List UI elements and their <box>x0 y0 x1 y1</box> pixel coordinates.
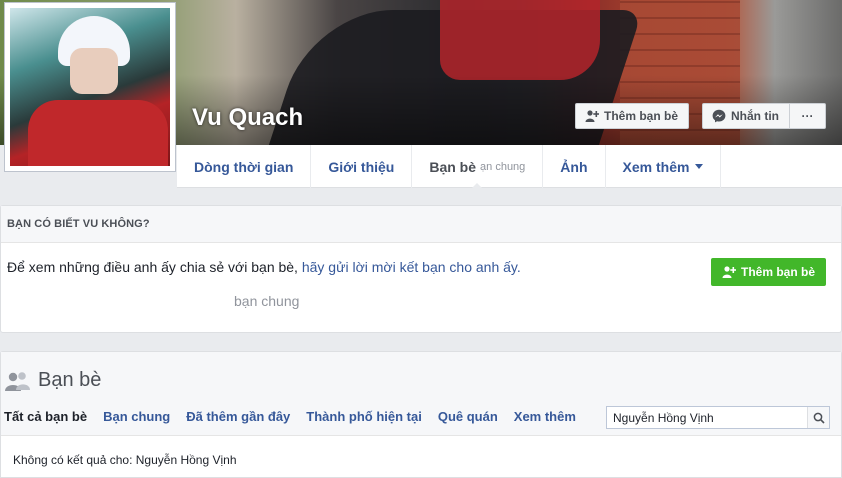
friends-header: Bạn bè Tất cả bạn bè Bạn chung Đã thêm g… <box>1 352 841 436</box>
do-you-know-header: BẠN CÓ BIẾT VU KHÔNG? <box>1 206 841 243</box>
mutual-friends-tooltip: bạn chung <box>218 280 328 332</box>
subtab-more[interactable]: Xem thêm <box>506 409 584 424</box>
add-friend-green-label: Thêm bạn bè <box>740 265 815 279</box>
message-label: Nhắn tin <box>731 109 779 123</box>
tab-more-label: Xem thêm <box>622 158 690 175</box>
messenger-icon <box>712 109 726 123</box>
friends-title-label: Bạn bè <box>38 369 102 391</box>
tab-more[interactable]: Xem thêm <box>606 145 722 188</box>
subtab-all-friends[interactable]: Tất cả bạn bè <box>1 409 95 424</box>
tab-about[interactable]: Giới thiệu <box>311 145 413 188</box>
no-results-message: Không có kết quả cho: Nguyễn Hồng Vịnh <box>13 453 237 467</box>
profile-face <box>70 48 118 94</box>
profile-jacket <box>28 100 168 166</box>
tab-friends[interactable]: Bạn bè ạn chung <box>412 145 544 189</box>
friends-title: Bạn bè <box>5 369 101 392</box>
cover-shirt <box>440 0 600 80</box>
add-friend-button[interactable]: Thêm bạn bè <box>575 103 689 129</box>
more-icon: ··· <box>801 109 814 123</box>
subtab-recently-added[interactable]: Đã thêm gần đây <box>178 409 298 424</box>
friends-icon <box>5 371 30 391</box>
search-button[interactable] <box>807 407 829 428</box>
chevron-down-icon <box>695 164 704 169</box>
tab-timeline-label: Dòng thời gian <box>194 158 294 175</box>
subtab-mutual-friends[interactable]: Bạn chung <box>95 409 178 424</box>
friends-subtabs: Tất cả bạn bè Bạn chung Đã thêm gần đây … <box>1 409 584 424</box>
profile-name[interactable]: Vu Quach <box>192 104 303 132</box>
more-options-button[interactable]: ··· <box>789 103 826 129</box>
message-button[interactable]: Nhắn tin <box>702 103 790 129</box>
do-you-know-card: BẠN CÓ BIẾT VU KHÔNG? Để xem những điều … <box>0 205 842 333</box>
profile-tabs: Dòng thời gian Giới thiệu Bạn bè ạn chun… <box>176 145 842 189</box>
tab-photos[interactable]: Ảnh <box>543 145 606 188</box>
friends-search-input[interactable] <box>607 407 807 428</box>
tab-photos-label: Ảnh <box>560 158 588 175</box>
message-text: Để xem những điều anh ấy chia sẻ với bạn… <box>7 259 302 275</box>
add-friend-icon <box>722 266 736 278</box>
tab-timeline[interactable]: Dòng thời gian <box>176 145 312 188</box>
tab-friends-label: Bạn bè <box>429 158 477 175</box>
profile-picture-frame[interactable] <box>4 2 176 172</box>
subtab-hometown[interactable]: Quê quán <box>430 409 506 424</box>
subtab-current-city[interactable]: Thành phố hiện tại <box>298 409 430 424</box>
send-request-link[interactable]: hãy gửi lời mời kết bạn cho anh ấy. <box>302 259 521 275</box>
search-icon <box>813 412 825 424</box>
friends-section: Bạn bè Tất cả bạn bè Bạn chung Đã thêm g… <box>0 351 842 478</box>
add-friend-icon <box>585 110 599 122</box>
tab-friends-sublabel: ạn chung <box>480 160 526 173</box>
do-you-know-message: Để xem những điều anh ấy chia sẻ với bạn… <box>7 259 521 275</box>
friends-search <box>606 406 830 429</box>
add-friend-green-button[interactable]: Thêm bạn bè <box>711 258 826 286</box>
tab-about-label: Giới thiệu <box>328 158 395 175</box>
add-friend-label: Thêm bạn bè <box>604 109 679 123</box>
profile-picture[interactable] <box>10 8 170 166</box>
